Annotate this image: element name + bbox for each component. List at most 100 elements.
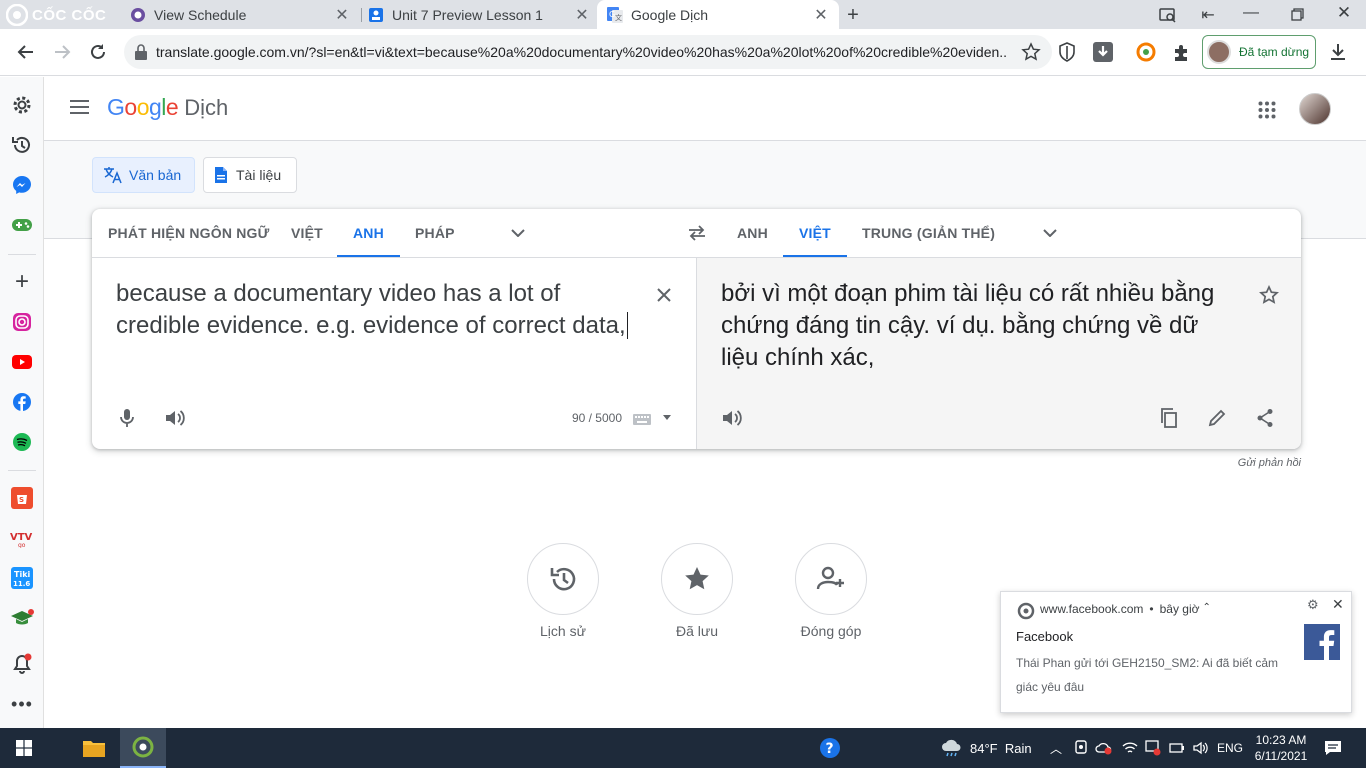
contribute-button[interactable] xyxy=(795,543,867,615)
add-shortcut-icon[interactable]: + xyxy=(10,268,34,295)
browser-sidebar: + S VTV go Tiki 11.6 ••• xyxy=(0,77,44,728)
swap-languages-icon[interactable] xyxy=(685,221,709,245)
tab-view-schedule[interactable]: View Schedule ✕ xyxy=(120,0,360,29)
send-feedback-link[interactable]: Gửi phản hồi xyxy=(1144,457,1301,469)
cloud-error-icon[interactable] xyxy=(1094,728,1114,768)
file-explorer-icon[interactable] xyxy=(72,728,116,768)
address-bar[interactable]: translate.google.com.vn/?sl=en&tl=vi&tex… xyxy=(124,35,1052,69)
forward-button[interactable] xyxy=(47,37,77,67)
apps-grid-icon[interactable] xyxy=(1258,101,1276,119)
clock[interactable]: 10:23 AM 6/11/2021 xyxy=(1252,732,1310,764)
downloads-icon[interactable] xyxy=(1323,37,1353,67)
history-button[interactable] xyxy=(527,543,599,615)
windows-taskbar: ? 84°F Rain ︿ ENG 10:23 AM 6/11/2021 xyxy=(0,728,1366,768)
profile-paused-button[interactable]: Đã tạm dừng xyxy=(1202,35,1316,69)
new-tab-button[interactable]: + xyxy=(842,4,864,26)
target-lang-vietnamese[interactable]: VIỆT xyxy=(783,209,847,257)
document-mode-label: Tài liệu xyxy=(236,167,282,183)
facebook-notification[interactable]: www.facebook.com • bây giờ ⌃ ⚙ ✕ Faceboo… xyxy=(1000,591,1352,713)
clock-time: 10:23 AM xyxy=(1255,733,1307,747)
keyboard-icon[interactable] xyxy=(633,414,651,425)
google-translate-logo[interactable]: Google Dịch xyxy=(107,94,228,121)
clear-text-close-icon[interactable] xyxy=(652,283,676,307)
target-lang-english[interactable]: ANH xyxy=(737,209,768,257)
text-mode-button[interactable]: Văn bản xyxy=(92,157,195,193)
extensions-puzzle-icon[interactable] xyxy=(1167,37,1197,67)
reload-button[interactable] xyxy=(83,37,113,67)
close-icon[interactable]: ✕ xyxy=(572,5,592,25)
tab-google-translate[interactable]: G文 Google Dịch ✕ xyxy=(597,0,839,29)
text-mode-label: Văn bản xyxy=(129,167,182,183)
source-lang-vietnamese[interactable]: VIỆT xyxy=(291,209,323,257)
coccoc-taskbar-icon[interactable] xyxy=(120,728,166,768)
char-counter: 90 / 5000 xyxy=(571,411,622,425)
keyboard-dropdown-icon[interactable] xyxy=(663,415,671,421)
target-lang-more-chevron-down-icon[interactable] xyxy=(1038,221,1062,245)
volume-icon[interactable] xyxy=(1190,728,1212,768)
tab-unit7[interactable]: Unit 7 Preview Lesson 1 ✕ xyxy=(358,0,600,29)
input-language[interactable]: ENG xyxy=(1214,728,1246,768)
source-lang-detect[interactable]: PHÁT HIỆN NGÔN NGỮ xyxy=(108,209,269,257)
source-lang-more-chevron-down-icon[interactable] xyxy=(506,221,530,245)
tiki-icon[interactable]: Tiki 11.6 xyxy=(10,566,34,590)
url-text: translate.google.com.vn/?sl=en&tl=vi&tex… xyxy=(156,44,1006,60)
tab-search-icon[interactable] xyxy=(1158,5,1178,25)
save-translation-star-icon[interactable] xyxy=(1257,283,1281,307)
svg-text:S: S xyxy=(19,496,24,504)
instagram-icon[interactable] xyxy=(10,310,34,334)
network-icon[interactable] xyxy=(1143,728,1163,768)
source-speaker-icon[interactable] xyxy=(163,406,187,430)
weather-text[interactable]: 84°F Rain xyxy=(970,728,1032,768)
copy-icon[interactable] xyxy=(1157,406,1181,430)
source-lang-english[interactable]: ANH xyxy=(337,209,400,257)
document-mode-button[interactable]: Tài liệu xyxy=(203,157,297,193)
coccoc-logo[interactable]: CỐC CỐC xyxy=(6,3,106,27)
notifications-bell-icon[interactable] xyxy=(10,652,34,676)
history-icon xyxy=(550,567,576,591)
close-window-button[interactable]: ✕ xyxy=(1332,3,1356,25)
vtv-go-icon[interactable]: VTV go xyxy=(10,526,34,550)
minimize-button[interactable]: — xyxy=(1236,4,1266,24)
back-to-tab-icon[interactable]: ⇤ xyxy=(1198,5,1218,25)
shopee-icon[interactable]: S xyxy=(10,486,34,510)
restore-button[interactable] xyxy=(1285,3,1309,25)
share-icon[interactable] xyxy=(1253,406,1277,430)
messenger-icon[interactable] xyxy=(10,173,34,197)
action-center-icon[interactable] xyxy=(1318,728,1348,768)
wifi-icon[interactable] xyxy=(1120,728,1140,768)
history-icon[interactable] xyxy=(10,133,34,157)
close-icon[interactable]: ✕ xyxy=(811,5,831,25)
source-text-input[interactable]: because a documentary video has a lot of… xyxy=(116,278,636,342)
bookmark-star-icon[interactable] xyxy=(1016,37,1046,67)
target-lang-chinese[interactable]: TRUNG (GIẢN THỂ) xyxy=(862,209,995,257)
spotify-icon[interactable] xyxy=(10,430,34,454)
coccoc-extension-icon[interactable] xyxy=(1131,37,1161,67)
target-speaker-icon[interactable] xyxy=(720,406,744,430)
notification-close-icon[interactable]: ✕ xyxy=(1332,596,1344,613)
battery-icon[interactable] xyxy=(1166,728,1188,768)
close-icon[interactable]: ✕ xyxy=(332,5,352,25)
download-media-icon[interactable] xyxy=(1088,37,1118,67)
main-menu-icon[interactable] xyxy=(70,99,90,115)
help-icon[interactable]: ? xyxy=(816,728,844,768)
svg-text:文: 文 xyxy=(615,13,622,22)
more-options-icon[interactable]: ••• xyxy=(10,692,34,716)
game-controller-icon[interactable] xyxy=(10,213,34,237)
microphone-icon[interactable] xyxy=(115,406,139,430)
windows-start-icon[interactable] xyxy=(0,728,48,768)
chevron-up-icon[interactable]: ︿ xyxy=(1046,728,1066,768)
reload-icon xyxy=(91,44,105,59)
settings-gear-icon[interactable] xyxy=(10,93,34,117)
education-cap-icon[interactable] xyxy=(10,606,34,630)
shield-icon[interactable] xyxy=(1052,37,1082,67)
saved-button[interactable] xyxy=(661,543,733,615)
back-button[interactable] xyxy=(11,37,41,67)
edit-pencil-icon[interactable] xyxy=(1205,406,1229,430)
facebook-icon[interactable] xyxy=(10,390,34,414)
notification-settings-gear-icon[interactable]: ⚙ xyxy=(1307,597,1319,613)
camera-icon[interactable] xyxy=(1072,728,1090,768)
source-lang-french[interactable]: PHÁP xyxy=(415,209,455,257)
youtube-icon[interactable] xyxy=(10,350,34,374)
chevron-up-icon[interactable]: ⌃ xyxy=(1202,602,1210,616)
account-avatar[interactable] xyxy=(1299,93,1331,125)
